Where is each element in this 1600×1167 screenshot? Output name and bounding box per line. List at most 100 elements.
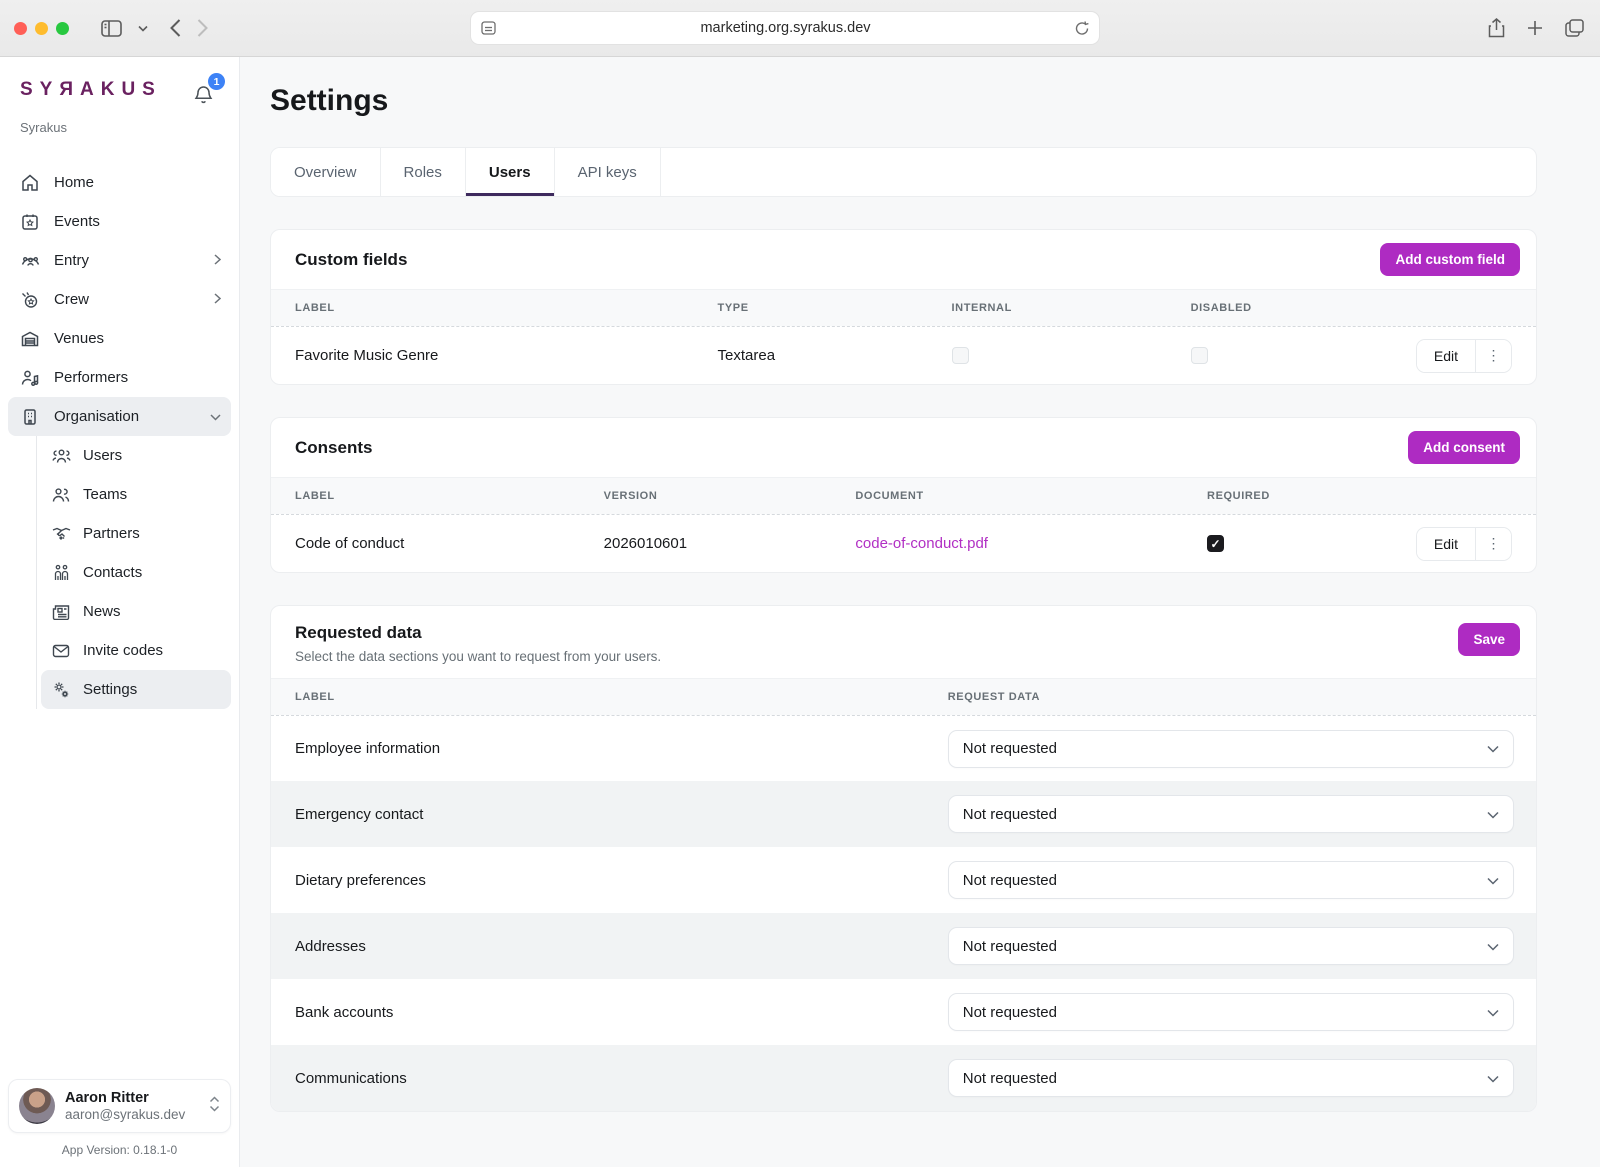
share-icon[interactable] — [1488, 18, 1505, 38]
consent-row: Code of conduct 2026010601 code-of-condu… — [271, 514, 1536, 572]
sidebar-subitem-users[interactable]: Users — [41, 436, 231, 475]
required-checkbox[interactable] — [1207, 535, 1224, 552]
column-header-request-data: Request data — [924, 679, 1536, 715]
page-title: Settings — [270, 57, 1537, 118]
add-consent-button[interactable]: Add consent — [1408, 431, 1520, 464]
row-label: Bank accounts — [271, 1004, 924, 1021]
communications-select[interactable]: Not requested — [948, 1059, 1514, 1097]
column-header-label: Label — [271, 679, 924, 715]
sidebar-item-label: Home — [54, 174, 94, 191]
tab-label: API keys — [578, 164, 637, 181]
tab-overview[interactable]: Overview — [271, 148, 381, 196]
column-header-label: Label — [271, 478, 580, 514]
back-button[interactable] — [170, 19, 181, 37]
emergency-contact-select[interactable]: Not requested — [948, 795, 1514, 833]
sidebar-subitem-teams[interactable]: Teams — [41, 475, 231, 514]
consents-card: Consents Add consent Label Version Docum… — [270, 417, 1537, 573]
newspaper-icon — [51, 604, 71, 620]
disabled-checkbox[interactable] — [1191, 347, 1208, 364]
row-label: Addresses — [271, 938, 924, 955]
forward-button[interactable] — [197, 19, 208, 37]
column-header-version: Version — [580, 478, 832, 514]
select-value: Not requested — [963, 1004, 1057, 1021]
org-name: Syrakus — [8, 110, 231, 135]
close-window-button[interactable] — [14, 22, 27, 35]
chevron-up-down-icon — [209, 1096, 220, 1117]
bank-accounts-select[interactable]: Not requested — [948, 993, 1514, 1031]
avatar — [19, 1088, 55, 1124]
save-button[interactable]: Save — [1458, 623, 1520, 656]
dietary-preferences-select[interactable]: Not requested — [948, 861, 1514, 899]
main-content: Settings Overview Roles Users API keys C… — [240, 57, 1600, 1167]
sidebar-item-organisation[interactable]: Organisation — [8, 397, 231, 436]
sidebar-item-label: Entry — [54, 252, 89, 269]
requested-data-row: Communications Not requested — [271, 1045, 1536, 1111]
sidebar-item-label: Performers — [54, 369, 128, 386]
chevron-down-icon — [1487, 1070, 1499, 1087]
internal-checkbox[interactable] — [952, 347, 969, 364]
teams-icon — [51, 487, 71, 503]
consent-label: Code of conduct — [271, 535, 580, 552]
address-bar[interactable]: marketing.org.syrakus.dev — [470, 11, 1100, 45]
sidebar-subitem-invite-codes[interactable]: Invite codes — [41, 631, 231, 670]
sidebar-item-home[interactable]: Home — [8, 163, 231, 202]
sidebar-item-entry[interactable]: Entry — [8, 241, 231, 280]
chevron-down-icon — [1487, 938, 1499, 955]
zoom-window-button[interactable] — [56, 22, 69, 35]
row-label: Emergency contact — [271, 806, 924, 823]
sidebar-subitem-news[interactable]: News — [41, 592, 231, 631]
tab-roles[interactable]: Roles — [381, 148, 466, 196]
settings-tabs: Overview Roles Users API keys — [270, 147, 1537, 197]
custom-fields-card: Custom fields Add custom field Label Typ… — [270, 229, 1537, 385]
new-tab-icon[interactable] — [1527, 20, 1543, 36]
chevron-down-icon — [1487, 872, 1499, 889]
profile-email: aaron@syrakus.dev — [65, 1107, 185, 1124]
row-label: Dietary preferences — [271, 872, 924, 889]
sidebar-dropdown-chevron-icon[interactable] — [138, 25, 148, 32]
tab-api-keys[interactable]: API keys — [555, 148, 661, 196]
requested-data-title: Requested data — [295, 623, 661, 643]
sidebar-item-label: Events — [54, 213, 100, 230]
minimize-window-button[interactable] — [35, 22, 48, 35]
sidebar-item-label: Organisation — [54, 408, 139, 425]
employee-information-select[interactable]: Not requested — [948, 730, 1514, 768]
requested-data-subtitle: Select the data sections you want to req… — [295, 649, 661, 664]
url-text[interactable]: marketing.org.syrakus.dev — [496, 20, 1075, 36]
tab-overview-icon[interactable] — [1565, 19, 1584, 37]
reader-icon[interactable] — [481, 21, 496, 35]
tab-users[interactable]: Users — [466, 148, 555, 196]
kebab-menu-icon[interactable]: ⋮ — [1475, 528, 1511, 560]
sidebar-item-label: Venues — [54, 330, 104, 347]
edit-button[interactable]: Edit — [1417, 528, 1475, 560]
addresses-select[interactable]: Not requested — [948, 927, 1514, 965]
notifications-bell-icon[interactable]: 1 — [194, 85, 213, 110]
profile-menu[interactable]: Aaron Ritter aaron@syrakus.dev — [8, 1079, 231, 1133]
handshake-icon — [51, 527, 71, 541]
edit-button[interactable]: Edit — [1417, 340, 1475, 372]
sidebar-toggle-icon[interactable] — [101, 20, 122, 37]
consents-title: Consents — [295, 438, 372, 458]
users-group-icon — [51, 448, 71, 464]
sidebar-item-venues[interactable]: Venues — [8, 319, 231, 358]
sidebar-item-crew[interactable]: Crew — [8, 280, 231, 319]
kebab-menu-icon[interactable]: ⋮ — [1475, 340, 1511, 372]
sidebar-subitem-label: Partners — [83, 525, 140, 542]
column-header-disabled: Disabled — [1167, 290, 1325, 326]
column-header-document: Document — [831, 478, 1183, 514]
sidebar-subitem-partners[interactable]: Partners — [41, 514, 231, 553]
sidebar-item-performers[interactable]: Performers — [8, 358, 231, 397]
home-icon — [20, 174, 40, 192]
custom-field-type: Textarea — [694, 347, 928, 364]
consent-document-link[interactable]: code-of-conduct.pdf — [855, 535, 988, 552]
requested-data-row: Emergency contact Not requested — [271, 781, 1536, 847]
sidebar-subitem-settings[interactable]: Settings — [41, 670, 231, 709]
sidebar-item-events[interactable]: Events — [8, 202, 231, 241]
sidebar-subitem-contacts[interactable]: Contacts — [41, 553, 231, 592]
crowd-icon — [20, 252, 40, 270]
reload-icon[interactable] — [1075, 21, 1089, 36]
column-header-internal: Internal — [928, 290, 1167, 326]
requested-data-row: Employee information Not requested — [271, 715, 1536, 781]
requested-data-row: Dietary preferences Not requested — [271, 847, 1536, 913]
add-custom-field-button[interactable]: Add custom field — [1380, 243, 1520, 276]
browser-chrome: marketing.org.syrakus.dev — [0, 0, 1600, 57]
